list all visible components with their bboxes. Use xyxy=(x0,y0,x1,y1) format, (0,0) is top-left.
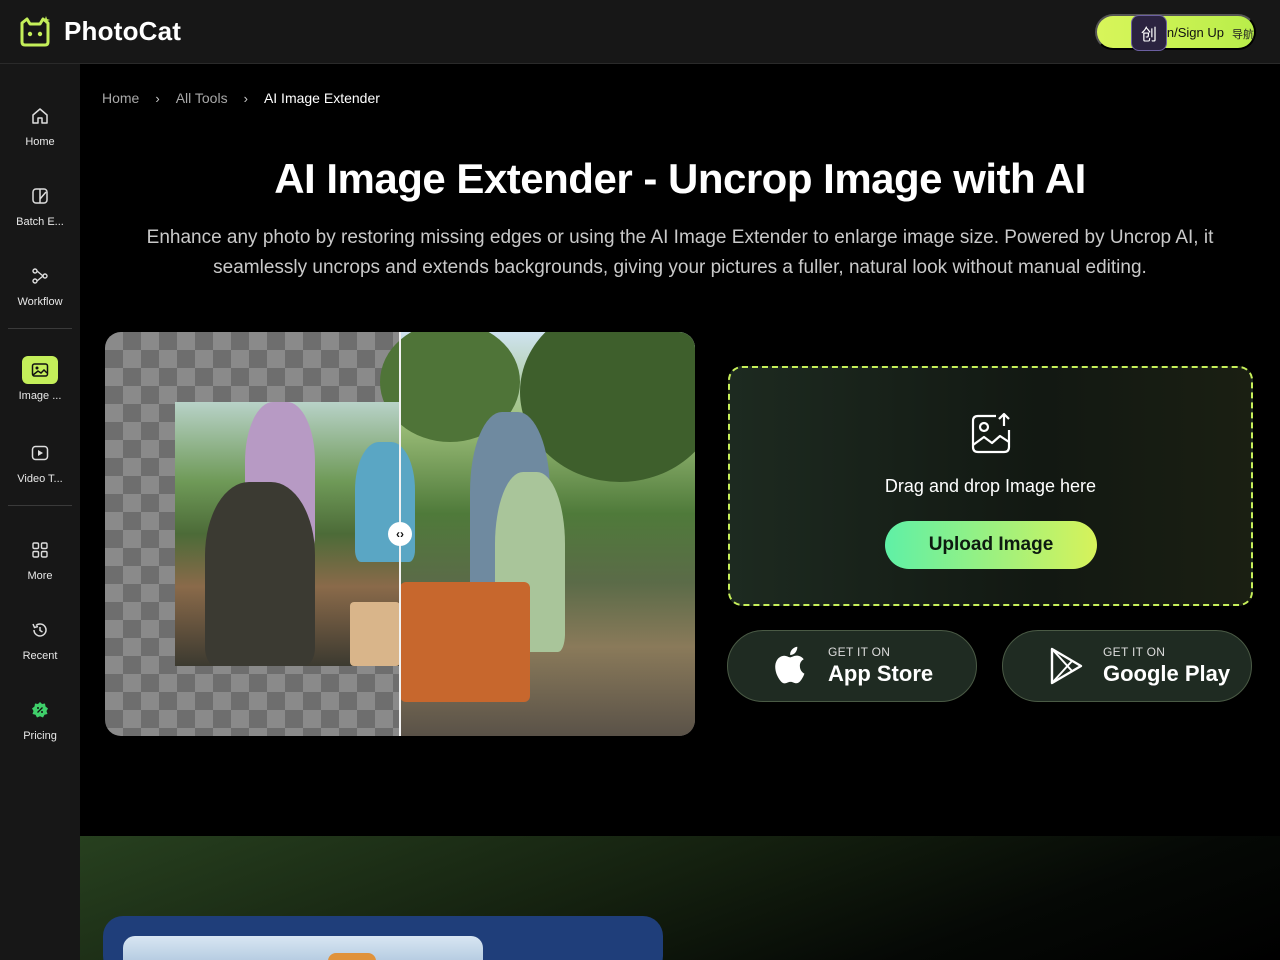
workflow-icon xyxy=(22,262,58,290)
video-icon xyxy=(22,439,58,467)
grid-icon xyxy=(22,536,58,564)
sidebar-item-image[interactable]: Image ... xyxy=(0,352,80,422)
person-figure xyxy=(205,482,315,666)
breadcrumb: Home › All Tools › AI Image Extender xyxy=(102,90,380,106)
chevron-right-icon: › xyxy=(155,90,160,106)
sidebar-item-label: Pricing xyxy=(23,730,57,742)
sidebar-item-label: Home xyxy=(25,136,55,148)
google-play-text: GET IT ON Google Play xyxy=(1103,645,1230,687)
top-bar: PhotoCat Log In/Sign Up 创 导航 xyxy=(0,0,1280,64)
app-name: PhotoCat xyxy=(64,15,182,46)
home-icon xyxy=(22,102,58,130)
sidebar-item-workflow[interactable]: Workflow xyxy=(0,258,80,328)
drag-handle-icon[interactable]: ‹› xyxy=(388,522,412,546)
photocat-logo-icon xyxy=(18,14,52,48)
sidebar-item-video[interactable]: Video T... xyxy=(0,435,80,505)
google-play-icon xyxy=(1047,646,1087,686)
sidebar-divider xyxy=(8,505,72,506)
batch-edit-icon xyxy=(22,182,58,210)
table-cloth xyxy=(350,602,400,666)
upload-prompt: Drag and drop Image here xyxy=(884,476,1097,496)
image-icon xyxy=(22,356,58,384)
store-caption: GET IT ON xyxy=(1103,645,1166,659)
app-store-text: GET IT ON App Store xyxy=(828,645,933,687)
page-description: Enhance any photo by restoring missing e… xyxy=(146,227,1214,278)
app-store-button[interactable]: GET IT ON App Store xyxy=(727,630,977,702)
sidebar-item-label: Recent xyxy=(22,650,58,662)
chevron-right-icon: › xyxy=(243,90,248,106)
overlay-badge[interactable]: 创 xyxy=(1131,15,1167,51)
sidebar-item-recent[interactable]: Recent xyxy=(0,612,80,682)
sidebar-item-more[interactable]: More xyxy=(0,532,80,602)
sidebar-item-home[interactable]: Home xyxy=(0,98,80,168)
page-title: AI Image Extender - Uncrop Image with AI xyxy=(274,155,1086,202)
before-after-comparison[interactable]: ‹› xyxy=(105,332,695,736)
extended-photo xyxy=(380,332,695,736)
sidebar: Home Batch E... Workflow Image ... Video… xyxy=(0,64,80,960)
breadcrumb-home[interactable]: Home xyxy=(102,90,139,106)
feature-card-image xyxy=(123,936,483,960)
feature-image-object xyxy=(328,953,376,960)
handle-glyph: ‹› xyxy=(396,527,404,541)
breadcrumb-current: AI Image Extender xyxy=(263,90,380,106)
sidebar-item-pricing[interactable]: Pricing xyxy=(0,692,80,762)
store-name: App Store xyxy=(828,661,934,686)
sidebar-item-batch-edit[interactable]: Batch E... xyxy=(0,178,80,248)
sidebar-item-label: More xyxy=(27,570,53,582)
image-upload-icon xyxy=(970,412,1014,456)
sidebar-item-label: Batch E... xyxy=(16,216,64,228)
nav-tag[interactable]: 导航 xyxy=(1232,26,1254,42)
sidebar-divider xyxy=(8,328,72,329)
upload-image-button[interactable]: Upload Image xyxy=(885,521,1097,569)
pricing-icon xyxy=(22,696,58,724)
sidebar-item-label: Image ... xyxy=(18,390,62,402)
breadcrumb-all-tools[interactable]: All Tools xyxy=(176,90,228,106)
upload-dropzone[interactable]: Drag and drop Image here Upload Image xyxy=(728,366,1253,606)
sidebar-item-label: Video T... xyxy=(17,473,63,485)
table-cloth xyxy=(400,582,530,702)
original-cropped-photo xyxy=(175,402,415,666)
store-name: Google Play xyxy=(1103,661,1231,686)
store-caption: GET IT ON xyxy=(828,645,891,659)
apple-icon xyxy=(772,646,812,686)
history-icon xyxy=(22,616,58,644)
logo[interactable]: PhotoCat xyxy=(18,14,181,48)
badge-glyph: 创 xyxy=(1140,27,1157,44)
sidebar-item-label: Workflow xyxy=(17,296,63,308)
google-play-button[interactable]: GET IT ON Google Play xyxy=(1002,630,1252,702)
